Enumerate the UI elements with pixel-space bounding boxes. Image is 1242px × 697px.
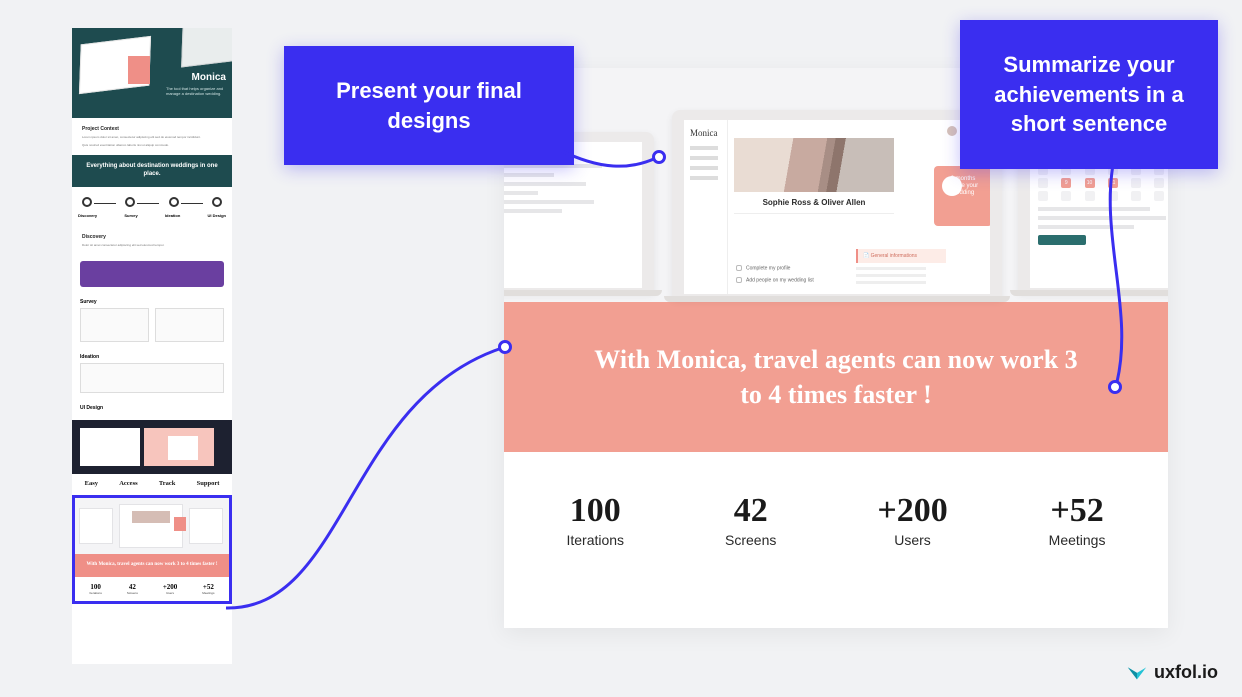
uxfolio-logo-icon bbox=[1126, 661, 1148, 683]
thumb-ideation: Ideation bbox=[72, 348, 232, 399]
thumb-purple-card bbox=[80, 261, 224, 287]
thumb-hero-sub: The tool that helps organize and manage … bbox=[166, 86, 226, 96]
feed-list: 📄 General informations bbox=[856, 249, 946, 288]
achievement-headline: With Monica, travel agents can now work … bbox=[504, 302, 1168, 452]
case-study-thumbnail: Monica The tool that helps organize and … bbox=[72, 28, 232, 664]
stats-row: 100Iterations 42Screens +200Users +52Mee… bbox=[504, 452, 1168, 578]
uxfolio-watermark: uxfol.io bbox=[1126, 661, 1218, 683]
stat-iterations: 100Iterations bbox=[566, 492, 624, 548]
thumb-banner: Everything about destination weddings in… bbox=[72, 155, 232, 187]
thumb-highlighted-section: With Monica, travel agents can now work … bbox=[72, 495, 232, 604]
callout-present-designs: Present your final designs bbox=[284, 46, 574, 165]
thumb-hero: Monica The tool that helps organize and … bbox=[72, 28, 232, 118]
stat-screens: 42Screens bbox=[725, 492, 776, 548]
app-logo: Monica bbox=[690, 128, 721, 138]
stat-meetings: +52Meetings bbox=[1049, 492, 1106, 548]
laptop-center: Monica Sophie Sophie Ross & Oliver Allen… bbox=[672, 110, 1002, 298]
connector-3-end bbox=[498, 340, 512, 354]
thumb-dark-mock bbox=[72, 420, 232, 474]
thumb-project-context: Project Context Lorem ipsum dolor sit am… bbox=[72, 118, 232, 155]
thumb-survey: Survey bbox=[72, 293, 232, 348]
countdown-card: 6 months before your wedding bbox=[934, 166, 990, 226]
couple-photo bbox=[734, 138, 894, 192]
callout-summarize: Summarize your achievements in a short s… bbox=[960, 20, 1218, 169]
task-list: Complete my profile Add people on my wed… bbox=[736, 260, 844, 288]
stat-users: +200Users bbox=[877, 492, 947, 548]
thumb-timeline bbox=[72, 187, 232, 213]
thumb-headline: With Monica, travel agents can now work … bbox=[75, 554, 229, 577]
connector-2-end bbox=[1108, 380, 1122, 394]
avatar-icon bbox=[947, 126, 957, 136]
couple-caption: Sophie Ross & Oliver Allen bbox=[734, 192, 894, 214]
calendar-icon: 91011 bbox=[1038, 165, 1168, 201]
thumb-benefits: Easy Access Track Support bbox=[72, 474, 232, 493]
thumb-ui: UI Design bbox=[72, 399, 232, 416]
thumb-stats: 100Iterations 42Screens +200Users +52Mee… bbox=[75, 577, 229, 601]
thumb-discovery: Discovery Dolor sit amet consectetur adi… bbox=[72, 226, 232, 256]
thumb-timeline-labels: Discovery Survey Ideation UI Design bbox=[72, 213, 232, 226]
connector-3 bbox=[226, 340, 526, 620]
progress-ring-icon bbox=[942, 176, 962, 196]
thumb-hero-title: Monica bbox=[192, 72, 226, 83]
connector-1-end bbox=[652, 150, 666, 164]
